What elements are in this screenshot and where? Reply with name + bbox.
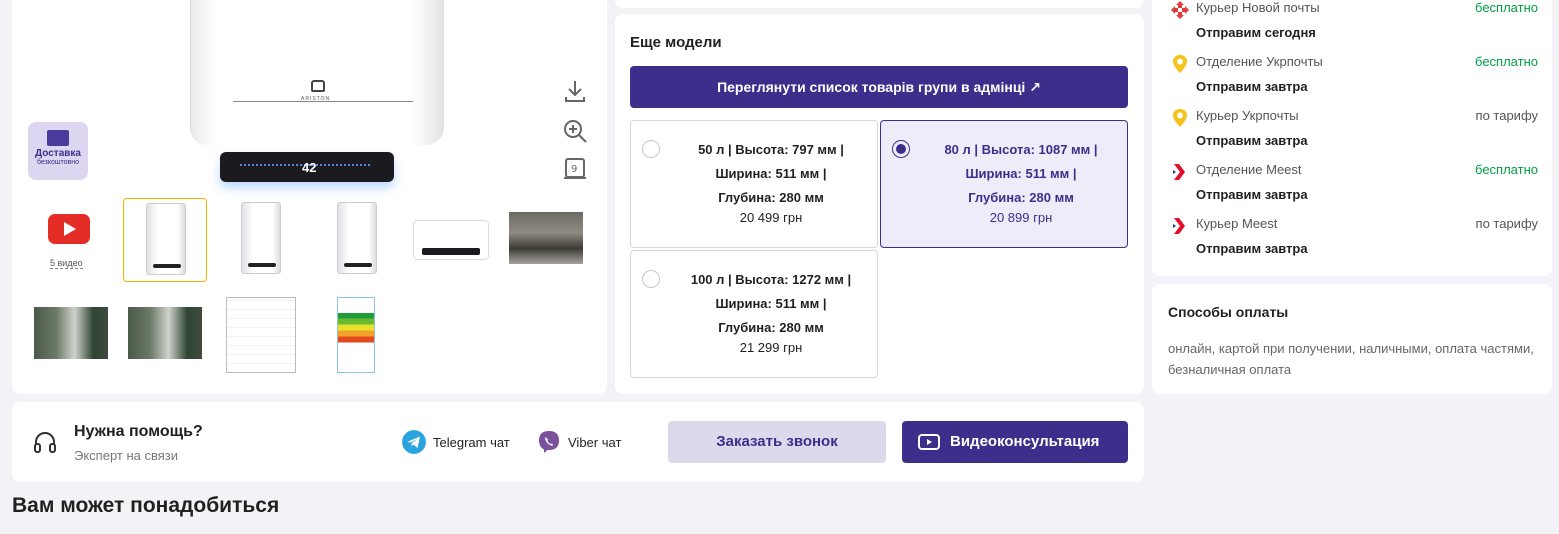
viber-icon (539, 431, 559, 453)
model-spec: 50 л | Высота: 797 мм | Ширина: 511 мм |… (671, 138, 871, 210)
heater-control-panel: 42 (220, 152, 394, 182)
delivery-price: бесплатно (1475, 0, 1538, 15)
spec-line: 100 л | Высота: 1272 мм | (690, 272, 852, 287)
help-title: Нужна помощь? (74, 423, 203, 440)
main-product-image[interactable]: ARISTON 42 (178, 0, 454, 182)
delivery-name: Отделение Meest (1196, 162, 1302, 177)
video-count[interactable]: 5 видео (50, 258, 83, 269)
360-view-icon[interactable]: 9 (562, 156, 588, 182)
delivery-price: по тарифу (1475, 108, 1538, 123)
spec-line: Ширина: 511 мм | (715, 166, 827, 181)
delivery-price: по тарифу (1475, 216, 1538, 231)
model-option-100l[interactable]: 100 л | Высота: 1272 мм | Ширина: 511 мм… (630, 250, 878, 378)
ukrposhta-icon (1173, 109, 1187, 127)
radio-button[interactable] (642, 140, 660, 158)
thumbnail-7[interactable] (122, 293, 206, 377)
delivery-price: бесплатно (1475, 54, 1538, 69)
radio-button-selected[interactable] (892, 140, 910, 158)
delivery-row-ukrposhta-courier: Курьер Укрпочты по тарифу Отправим завтр… (1170, 108, 1540, 156)
zoom-in-icon[interactable] (562, 118, 588, 144)
headset-icon (34, 432, 56, 453)
delivery-name: Курьер Meest (1196, 216, 1278, 231)
thumbnail-8[interactable] (218, 293, 302, 377)
video-consultation-button[interactable]: Видеоконсультация (902, 421, 1128, 463)
model-option-50l[interactable]: 50 л | Высота: 797 мм | Ширина: 511 мм |… (630, 120, 878, 248)
badge-line1: Доставка (35, 148, 81, 159)
youtube-play-icon[interactable] (48, 214, 90, 244)
download-icon[interactable] (562, 78, 588, 104)
spec-line: Глубина: 280 мм (968, 190, 1074, 205)
thumbnail-6[interactable] (28, 293, 112, 377)
delivery-when: Отправим завтра (1196, 187, 1308, 202)
delivery-name: Курьер Новой почты (1196, 0, 1320, 15)
delivery-row-meest-courier: Курьер Meest по тарифу Отправим завтра (1170, 216, 1540, 264)
admin-group-list-button[interactable]: Переглянути список товарів групи в адмін… (630, 66, 1128, 108)
model-price: 21 299 грн (739, 340, 803, 355)
viber-label: Viber чат (568, 435, 622, 450)
delivery-price: бесплатно (1475, 162, 1538, 177)
help-subtitle: Эксперт на связи (74, 448, 178, 463)
radio-button[interactable] (642, 270, 660, 288)
delivery-row-meest-branch: Отделение Meest бесплатно Отправим завтр… (1170, 162, 1540, 210)
meest-icon (1173, 218, 1185, 234)
spec-line: Глубина: 280 мм (718, 190, 824, 205)
thumbnail-3[interactable] (315, 198, 399, 282)
brand-logo-icon (311, 80, 325, 92)
delivery-name: Курьер Укрпочты (1196, 108, 1299, 123)
telegram-label: Telegram чат (433, 435, 510, 450)
spec-line: 50 л | Высота: 797 мм | (698, 142, 844, 157)
thumbnail-1[interactable] (123, 198, 207, 282)
delivery-when: Отправим сегодня (1196, 25, 1316, 40)
svg-text:9: 9 (571, 164, 577, 175)
ukrposhta-icon (1173, 55, 1187, 73)
delivery-name: Отделение Укрпочты (1196, 54, 1323, 69)
more-models-card: Еще модели Переглянути список товарів гр… (615, 14, 1144, 394)
delivery-when: Отправим завтра (1196, 79, 1308, 94)
more-models-title: Еще модели (630, 34, 722, 51)
spec-line: 80 л | Высота: 1087 мм | (944, 142, 1098, 157)
thumbnail-9[interactable] (313, 293, 397, 377)
payment-title: Способы оплаты (1168, 304, 1289, 320)
request-call-button[interactable]: Заказать звонок (668, 421, 886, 463)
delivery-row-ukrposhta-branch: Отделение Укрпочты бесплатно Отправим за… (1170, 54, 1540, 102)
delivery-options-card: Курьер Новой почты бесплатно Отправим се… (1152, 0, 1552, 276)
panel-display: 42 (302, 160, 317, 175)
payment-methods-card: Способы оплаты онлайн, картой при получе… (1152, 284, 1552, 394)
delivery-row-novaposhta-courier: Курьер Новой почты бесплатно Отправим се… (1170, 0, 1540, 48)
video-play-icon (918, 434, 940, 450)
model-price: 20 899 грн (989, 210, 1053, 225)
heater-decor-line (233, 101, 413, 102)
model-spec: 100 л | Высота: 1272 мм | Ширина: 511 мм… (671, 268, 871, 340)
delivery-when: Отправим завтра (1196, 241, 1308, 256)
model-spec: 80 л | Высота: 1087 мм | Ширина: 511 мм … (921, 138, 1121, 210)
telegram-chat-link[interactable]: Telegram чат (402, 430, 522, 456)
model-option-80l[interactable]: 80 л | Высота: 1087 мм | Ширина: 511 мм … (880, 120, 1128, 248)
models-card-top (615, 0, 1144, 8)
truck-icon (47, 130, 69, 146)
payment-methods-text: онлайн, картой при получении, наличными,… (1168, 341, 1534, 377)
spec-line: Ширина: 511 мм | (965, 166, 1077, 181)
product-gallery: ARISTON 42 9 Доставка безкоштовно 5 виде… (12, 0, 607, 394)
badge-line2: безкоштовно (36, 159, 80, 166)
thumbnail-2[interactable] (219, 198, 303, 282)
free-delivery-badge: Доставка безкоштовно (28, 122, 88, 180)
telegram-icon (402, 430, 426, 454)
thumbnail-4[interactable] (409, 198, 493, 282)
viber-chat-link[interactable]: Viber чат (537, 430, 637, 456)
help-bar: Нужна помощь? Эксперт на связи Telegram … (12, 402, 1144, 482)
spec-line: Глубина: 280 мм (718, 320, 824, 335)
nova-poshta-icon (1171, 1, 1189, 19)
meest-icon (1173, 164, 1185, 180)
you-may-need-heading: Вам может понадобиться (12, 494, 280, 517)
model-price: 20 499 грн (739, 210, 803, 225)
heater-body: ARISTON (190, 0, 444, 145)
delivery-when: Отправим завтра (1196, 133, 1308, 148)
thumbnail-5[interactable] (503, 198, 587, 282)
spec-line: Ширина: 511 мм | (715, 296, 827, 311)
video-consultation-label: Видеоконсультация (950, 433, 1100, 450)
